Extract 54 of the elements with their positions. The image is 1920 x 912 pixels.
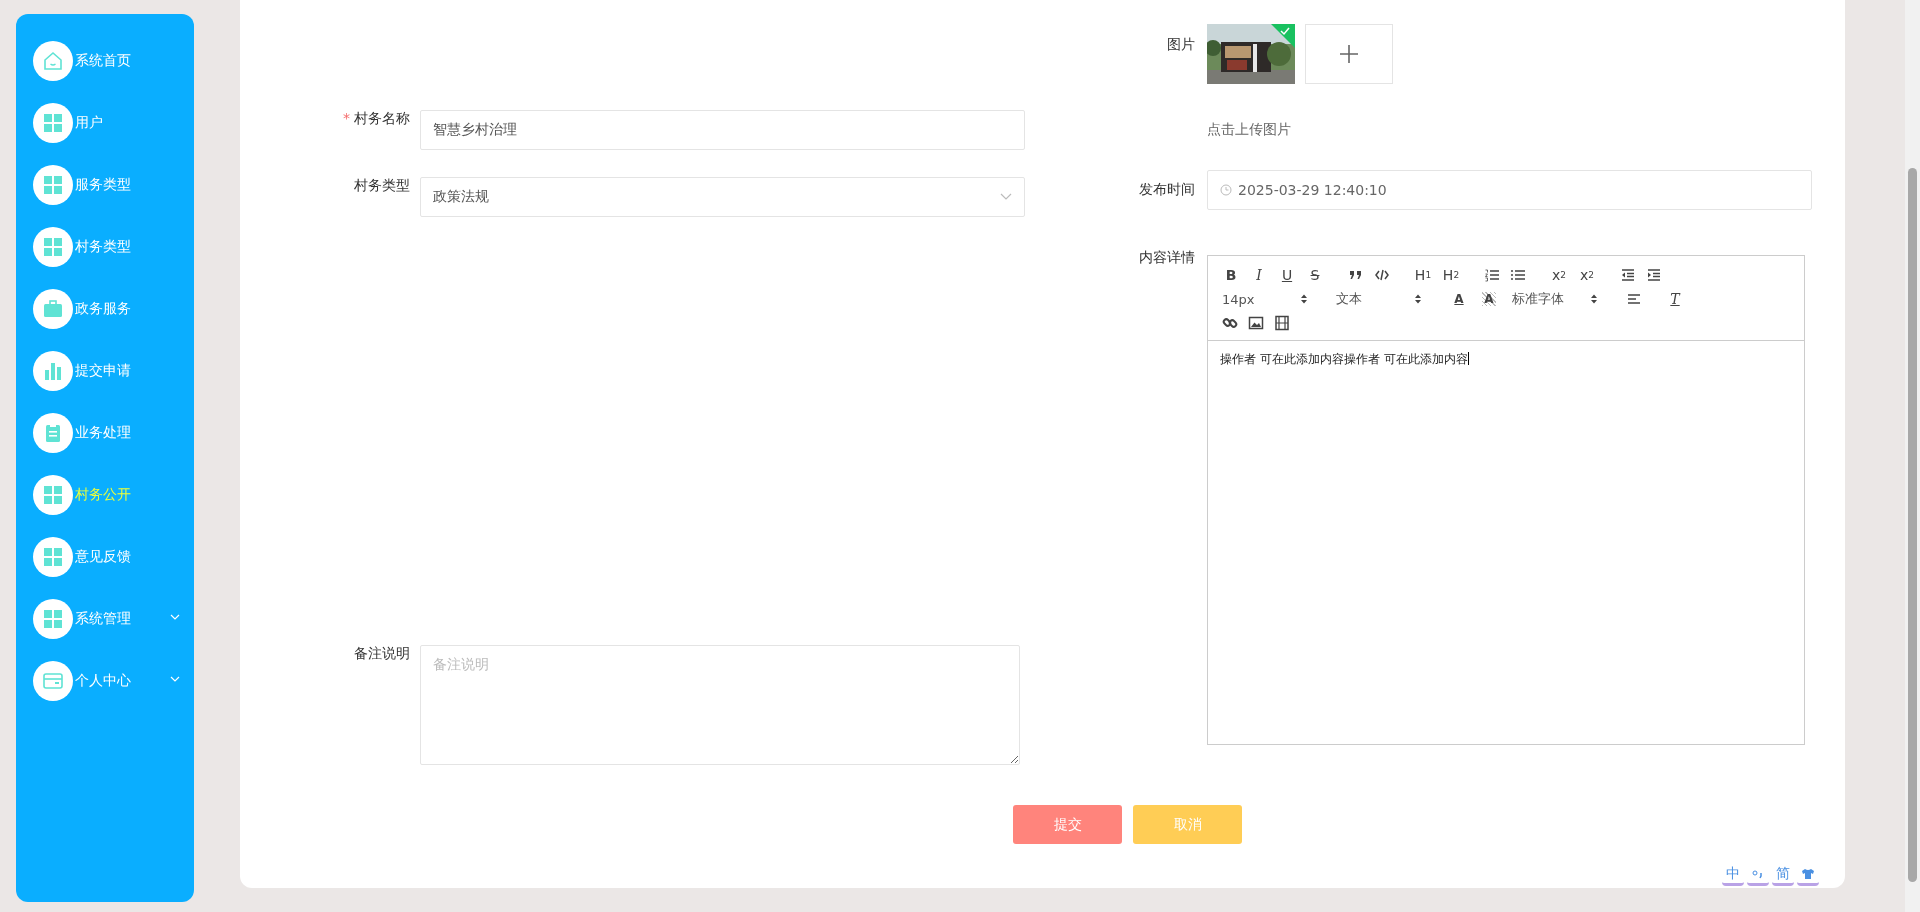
text-color-button[interactable]: A bbox=[1450, 289, 1468, 309]
select-field[interactable]: 政策法规 bbox=[420, 177, 1025, 217]
chevron-down-icon bbox=[170, 676, 180, 683]
film-icon[interactable] bbox=[1274, 315, 1290, 331]
strikethrough-button[interactable]: S bbox=[1306, 265, 1324, 285]
italic-button[interactable]: I bbox=[1250, 265, 1268, 285]
updown-arrow-icon bbox=[1414, 293, 1422, 305]
clock-icon bbox=[1220, 184, 1232, 196]
home-icon bbox=[42, 50, 64, 72]
background-color-button[interactable]: A bbox=[1482, 292, 1496, 306]
field-label: 图片 bbox=[1167, 36, 1195, 52]
grid-icon bbox=[43, 113, 63, 133]
bullet-list-icon[interactable] bbox=[1510, 267, 1526, 283]
field-label: 备注说明 bbox=[354, 645, 410, 661]
updown-arrow-icon bbox=[1590, 293, 1598, 305]
chevron-down-icon bbox=[170, 614, 180, 621]
script-button[interactable]: x$^{2}$ bbox=[1578, 265, 1596, 285]
grid-icon bbox=[43, 609, 63, 629]
field-label: 村务类型 bbox=[354, 177, 410, 193]
code-icon[interactable] bbox=[1374, 267, 1390, 283]
scrollbar[interactable] bbox=[1905, 0, 1920, 912]
image-icon[interactable] bbox=[1248, 315, 1264, 331]
dropdown-picker[interactable]: 文本 bbox=[1336, 289, 1422, 309]
outdent-icon[interactable] bbox=[1620, 267, 1636, 283]
required-mark: * bbox=[343, 110, 350, 126]
field-label: 发布时间 bbox=[1139, 181, 1195, 197]
grid-icon bbox=[43, 485, 63, 505]
grid-icon bbox=[43, 237, 63, 257]
input-field[interactable]: 智慧乡村治理 bbox=[420, 110, 1025, 150]
updown-arrow-icon bbox=[1300, 293, 1308, 305]
field-label: 内容详情 bbox=[1139, 249, 1195, 265]
align-left-icon[interactable] bbox=[1626, 291, 1642, 307]
grid-icon bbox=[43, 547, 63, 567]
link-icon[interactable] bbox=[1222, 315, 1238, 331]
shirt-icon[interactable] bbox=[1801, 867, 1815, 880]
bold-button[interactable]: B bbox=[1222, 265, 1240, 285]
briefcase-icon bbox=[42, 298, 64, 320]
plus-icon bbox=[1338, 43, 1360, 65]
textarea-field[interactable]: 备注说明 bbox=[420, 645, 1020, 765]
field-label: 村务名称 bbox=[354, 110, 410, 126]
datetime-field[interactable]: 2025-03-29 12:40:10 bbox=[1207, 170, 1812, 210]
chevron-down-icon bbox=[1000, 193, 1012, 201]
card-icon bbox=[42, 670, 64, 692]
ime-script-button[interactable]: 简 bbox=[1772, 864, 1794, 886]
underline-button[interactable]: U bbox=[1278, 265, 1296, 285]
clear-format-button[interactable]: T bbox=[1666, 289, 1684, 309]
dropdown-picker[interactable]: 14px bbox=[1222, 289, 1308, 309]
bar-chart-icon bbox=[42, 360, 64, 382]
indent-icon[interactable] bbox=[1646, 267, 1662, 283]
grid-icon bbox=[43, 175, 63, 195]
upload-hint: 点击上传图片 bbox=[1207, 121, 1292, 139]
numbered-list-icon[interactable] bbox=[1484, 267, 1500, 283]
editor-text: 操作者 可在此添加内容操作者 可在此添加内容 bbox=[1220, 352, 1469, 366]
dropdown-picker[interactable]: 标准字体 bbox=[1512, 289, 1598, 309]
